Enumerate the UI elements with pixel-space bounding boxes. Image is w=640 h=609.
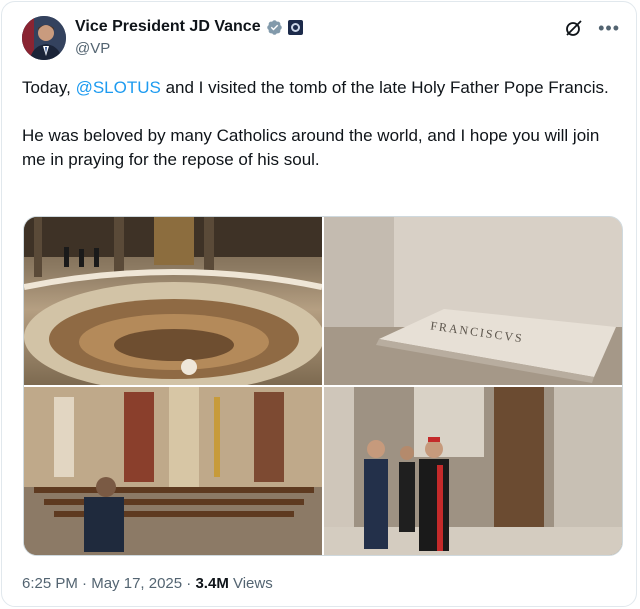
- grok-icon[interactable]: [564, 18, 584, 38]
- tweet-text: Today, @SLOTUS and I visited the tomb of…: [22, 76, 622, 196]
- meta-separator: ·: [77, 575, 92, 592]
- verified-badge-icon[interactable]: [266, 19, 283, 36]
- tomb-image: [324, 217, 622, 385]
- mention-link[interactable]: @SLOTUS: [76, 78, 161, 97]
- photo-kneeling[interactable]: [24, 387, 322, 555]
- tweet-actions-top: •••: [564, 18, 620, 38]
- tweet-card: Vice President JD Vance @VP ••• Today, @…: [1, 1, 637, 607]
- tweet-paragraph-2: He was beloved by many Catholics around …: [22, 126, 600, 169]
- basilica-interior-image: [24, 217, 322, 385]
- tweet-date[interactable]: May 17, 2025: [91, 575, 182, 592]
- media-grid: FRANCISCVS: [23, 216, 623, 556]
- government-affiliation-icon[interactable]: [287, 19, 303, 35]
- avatar-portrait: [22, 16, 66, 60]
- tweet-time[interactable]: 6:25 PM: [22, 575, 78, 592]
- meta-separator-2: ·: [182, 575, 196, 592]
- text-suffix: and I visited the tomb of the late Holy …: [160, 78, 609, 97]
- photo-basilica-interior[interactable]: [24, 217, 322, 385]
- author-name[interactable]: Vice President JD Vance: [75, 18, 261, 36]
- more-options-icon[interactable]: •••: [598, 19, 620, 37]
- text-prefix: Today,: [22, 78, 76, 97]
- walking-image: [324, 387, 622, 555]
- tweet-meta: 6:25 PM · May 17, 2025 · 3.4M Views: [22, 575, 273, 592]
- tweet-paragraph-1: Today, @SLOTUS and I visited the tomb of…: [22, 76, 622, 100]
- kneeling-image: [24, 387, 322, 555]
- avatar[interactable]: [22, 16, 66, 60]
- photo-tomb[interactable]: FRANCISCVS: [324, 217, 622, 385]
- government-seal-icon: [290, 22, 300, 32]
- author-row: Vice President JD Vance: [75, 18, 303, 36]
- views-label: Views: [228, 575, 273, 592]
- views-count: 3.4M: [195, 575, 229, 592]
- author-handle[interactable]: @VP: [75, 40, 110, 57]
- photo-walking[interactable]: [324, 387, 622, 555]
